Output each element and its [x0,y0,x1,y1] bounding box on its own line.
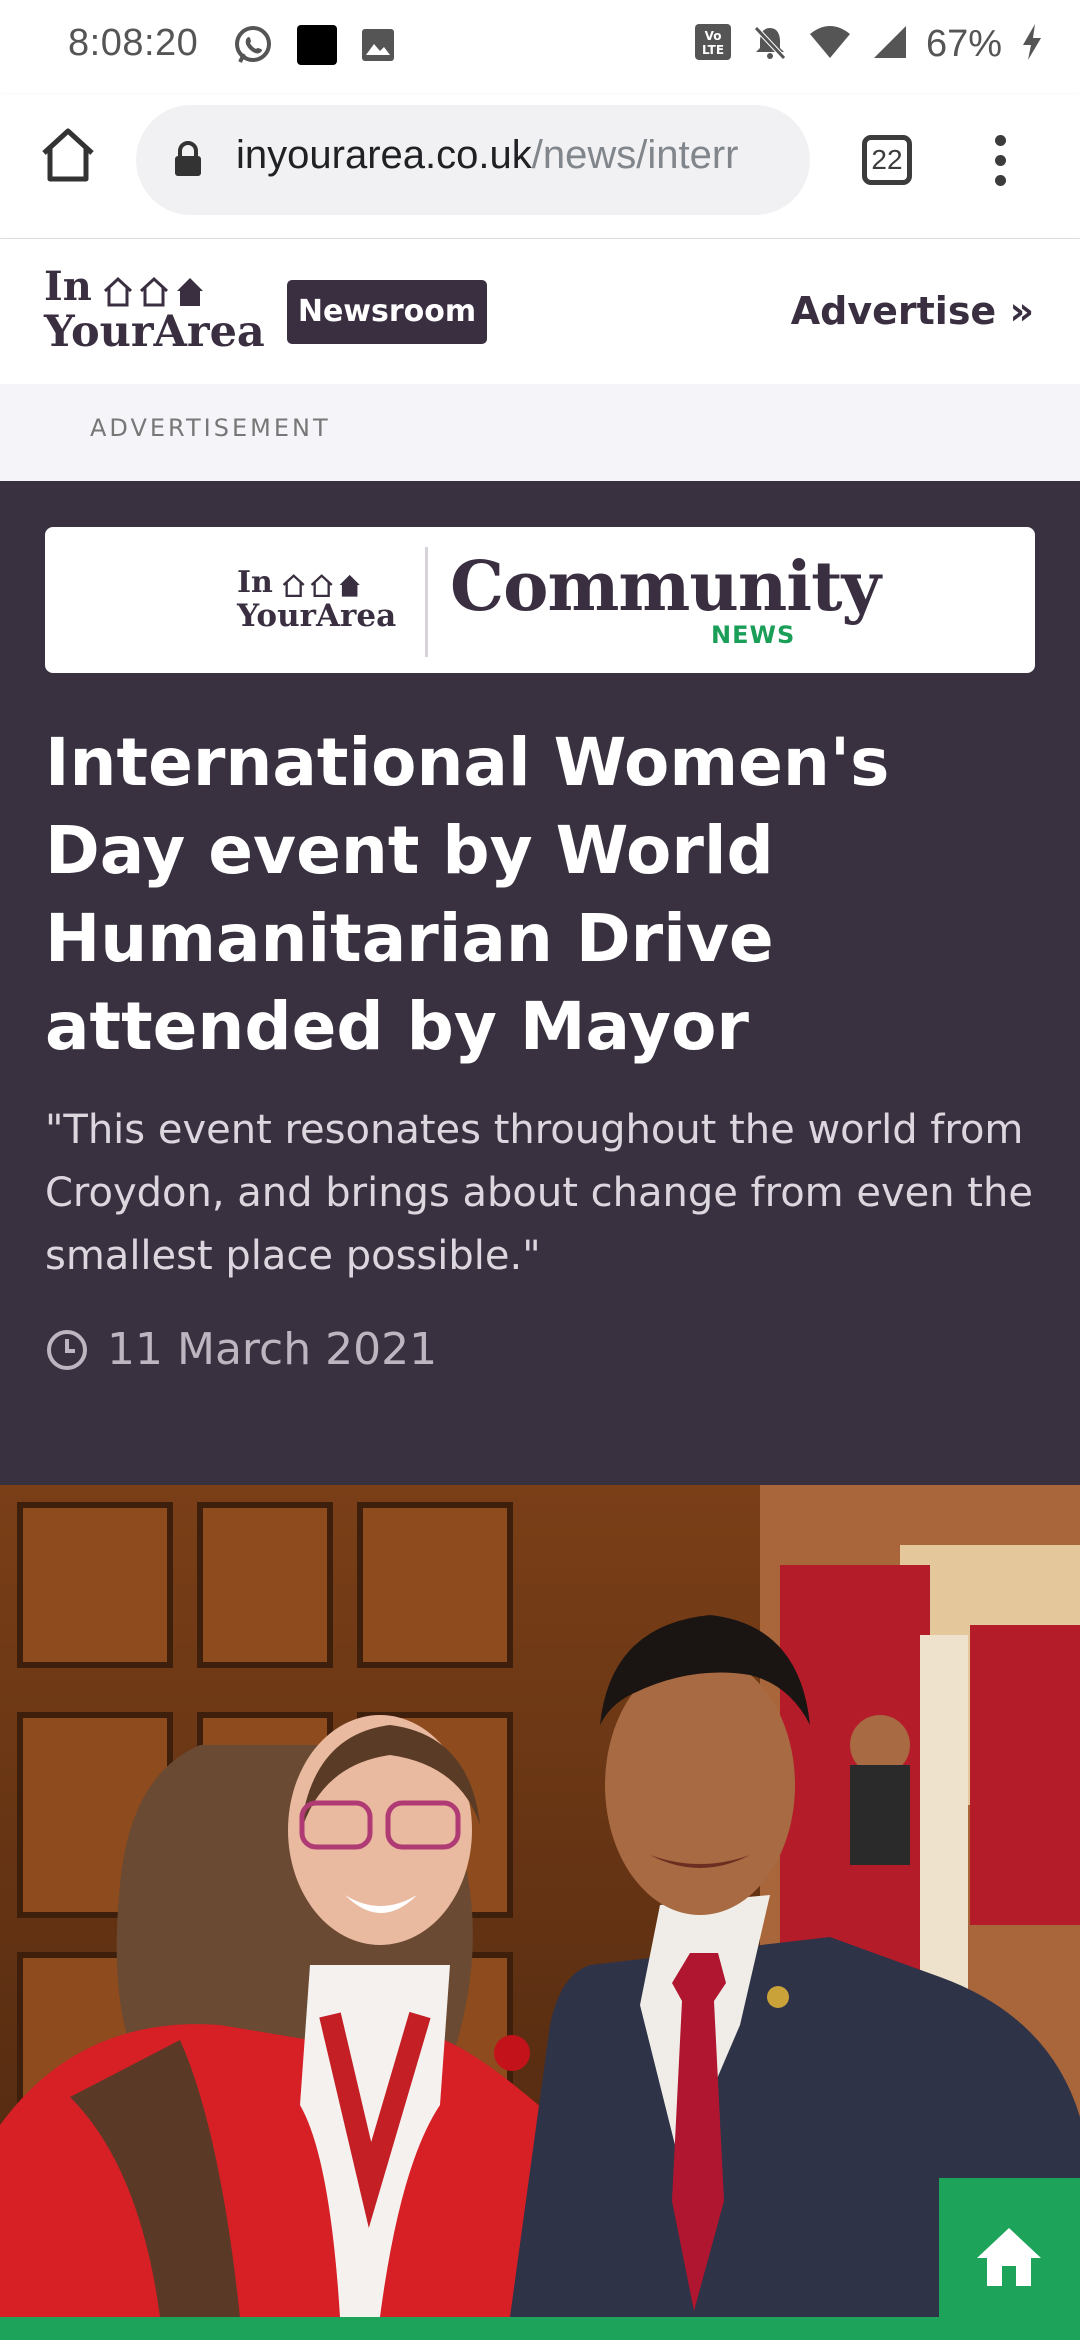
newsroom-button[interactable]: Newsroom [287,280,487,344]
status-bar: 8:08:20 Vo LTE 67% [0,0,1080,95]
logo-text-yourarea: YourArea [44,307,265,357]
site-logo[interactable]: In YourArea [44,263,265,357]
advertise-link[interactable]: Advertise » [791,289,1034,333]
url-host: inyourarea.co.uk [236,133,532,177]
signal-icon [870,24,908,64]
community-news-banner: In YourArea Community NEWS [45,527,1035,673]
svg-text:LTE: LTE [702,43,724,57]
article-photo [0,1485,1080,2317]
banner-logo: In YourArea [237,565,397,634]
system-icons: Vo LTE 67% [694,22,1044,66]
home-icon [42,128,94,182]
banner-divider [425,547,428,657]
address-bar[interactable]: inyourarea.co.uk/news/interr [136,105,810,215]
banner-logo-in: In [237,565,273,600]
clock-icon [47,1329,87,1370]
houses-icon [282,574,360,598]
menu-dot-icon [994,135,1006,146]
home-icon [977,2228,1041,2286]
article-hero: In YourArea Community NEWS International… [0,481,1080,1485]
battery-percent: 67% [925,22,1002,65]
advertisement-label: ADVERTISEMENT [90,414,331,442]
image-icon [360,27,396,67]
browser-menu-button[interactable] [990,135,1010,195]
menu-dot-icon [994,175,1006,186]
volte-icon: Vo LTE [694,23,732,65]
banner-logo-yourarea: YourArea [237,598,397,634]
advertisement-slot: ADVERTISEMENT [0,384,1080,481]
article-headline: International Women's Day event by World… [45,724,890,1065]
browser-toolbar: inyourarea.co.uk/news/interr 22 [0,95,1080,239]
browser-home-button[interactable] [36,123,100,187]
app-square-icon [296,24,338,70]
bottom-accent-bar [0,2317,1080,2340]
status-time: 8:08:20 [68,22,199,64]
tab-switcher-button[interactable]: 22 [862,135,912,185]
logo-text-in: In [44,263,92,310]
houses-icon [103,276,203,307]
article-standfirst: "This event resonates throughout the wor… [45,1107,1033,1279]
url-path: /news/interr [531,133,739,177]
menu-dot-icon [994,155,1006,166]
svg-text:Vo: Vo [705,29,722,43]
url-text: inyourarea.co.uk/news/interr [236,133,796,178]
mayor-and-guest-photo [0,1485,1080,2317]
notification-icons [232,24,396,70]
lock-icon [174,141,202,181]
banner-title: Community [450,547,881,627]
home-fab-button[interactable] [939,2178,1080,2320]
article-date: 11 March 2021 [45,1324,437,1375]
site-header: In YourArea Newsroom Advertise » [0,239,1080,384]
banner-subtitle: NEWS [711,621,796,649]
whatsapp-icon [232,24,274,70]
charging-icon [1020,22,1044,66]
article-date-text: 11 March 2021 [107,1324,438,1375]
mute-notifications-icon [750,22,790,66]
wifi-icon [808,24,852,64]
